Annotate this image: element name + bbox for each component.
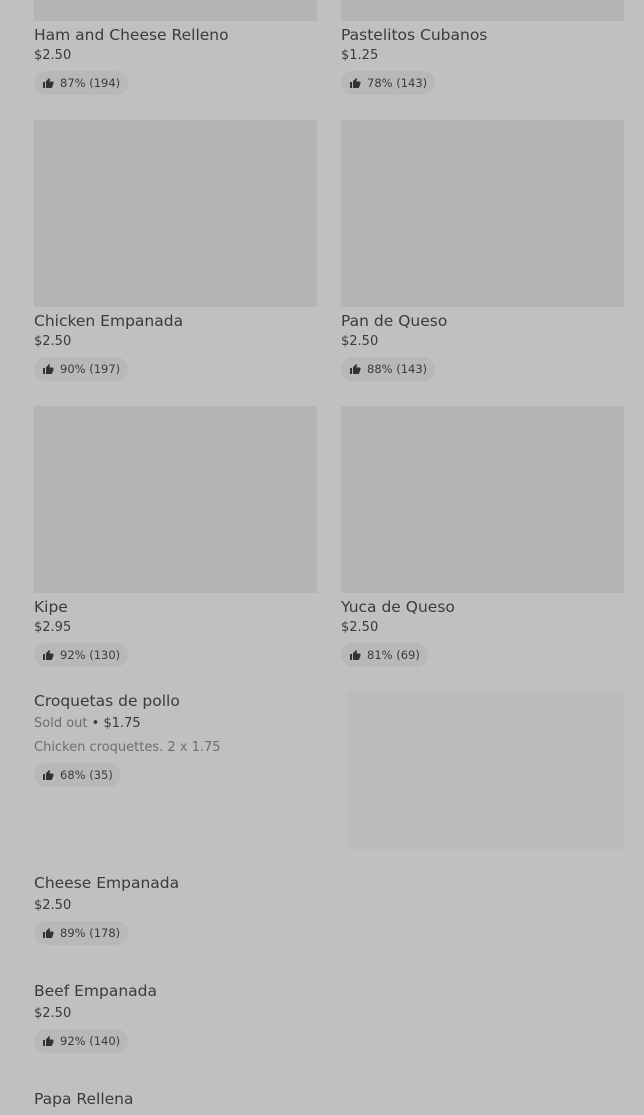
thumbs-up-icon [350,78,361,88]
menu-list-item[interactable]: Croquetas de pollo Sold out • $1.75 Chic… [34,691,334,787]
menu-list-item[interactable]: Cheese Empanada $2.50 89% (178) [34,873,634,945]
menu-list-item[interactable]: Beef Empanada $2.50 92% (140) [34,981,634,1053]
rating-text: 92% (140) [60,1034,121,1048]
menu-item-price: $2.50 [34,898,72,913]
menu-item-name: Chicken Empanada [34,312,184,330]
menu-item-name: Pan de Queso [341,312,448,330]
sold-out-label: Sold out [34,716,88,731]
menu-item-image [341,120,624,307]
menu-item-price: $2.50 [34,48,72,63]
menu-item-price: $2.50 [34,1006,72,1021]
menu-item-card[interactable]: Ham and Cheese Relleno $2.50 87% (194) [34,0,317,95]
rating-text: 89% (178) [60,926,121,940]
menu-item-card[interactable]: Yuca de Queso $2.50 81% (69) [341,406,624,667]
menu-item-price: $1.25 [341,48,379,63]
menu-item-name: Kipe [34,598,68,616]
menu-item-price: $2.50 [341,334,379,349]
menu-list-item[interactable]: Papa Rellena [34,1089,634,1109]
thumbs-up-icon [43,650,54,660]
rating-text: 92% (130) [60,648,121,662]
menu-item-price: $2.95 [34,620,72,635]
menu-item-card[interactable]: Pastelitos Cubanos $1.25 78% (143) [341,0,624,95]
menu-item-name: Cheese Empanada [34,874,180,892]
rating-text: 78% (143) [367,76,428,90]
menu-item-card[interactable]: Kipe $2.95 92% (130) [34,406,317,667]
rating-badge: 81% (69) [341,643,428,667]
menu-item-name: Yuca de Queso [341,598,455,616]
rating-badge: 92% (140) [34,1029,129,1053]
menu-item-price-line: Sold out • $1.75 [34,715,334,733]
rating-text: 88% (143) [367,362,428,376]
rating-badge: 68% (35) [34,763,121,787]
thumbs-up-icon [43,1036,54,1046]
rating-badge: 90% (197) [34,357,129,381]
rating-text: 68% (35) [60,768,113,782]
thumbs-up-icon [43,770,54,780]
menu-item-name: Ham and Cheese Relleno [34,26,229,44]
thumbs-up-icon [350,650,361,660]
menu-item-price: $2.50 [341,620,379,635]
menu-item-image [34,0,317,21]
menu-item-image [34,406,317,593]
menu-item-name: Pastelitos Cubanos [341,26,488,44]
rating-badge: 87% (194) [34,71,129,95]
rating-badge: 88% (143) [341,357,436,381]
menu-item-name: Papa Rellena [34,1090,134,1108]
menu-item-price: $2.50 [34,334,72,349]
thumbs-up-icon [43,78,54,88]
rating-text: 81% (69) [367,648,420,662]
menu-item-name: Beef Empanada [34,982,157,1000]
rating-badge: 89% (178) [34,921,129,945]
separator: • [91,716,100,731]
rating-badge: 92% (130) [34,643,129,667]
menu-item-price: $1.75 [103,716,141,731]
thumbs-up-icon [43,364,54,374]
menu-item-image [34,120,317,307]
rating-text: 90% (197) [60,362,121,376]
rating-text: 87% (194) [60,76,121,90]
menu-item-image [347,691,624,850]
thumbs-up-icon [350,364,361,374]
menu-item-image [341,406,624,593]
menu-item-description: Chicken croquettes. 2 x 1.75 [34,740,221,755]
menu-item-image [341,0,624,21]
menu-item-card[interactable]: Pan de Queso $2.50 88% (143) [341,120,624,381]
menu-item-name: Croquetas de pollo [34,692,180,710]
thumbs-up-icon [43,928,54,938]
rating-badge: 78% (143) [341,71,436,95]
menu-item-card[interactable]: Chicken Empanada $2.50 90% (197) [34,120,317,381]
